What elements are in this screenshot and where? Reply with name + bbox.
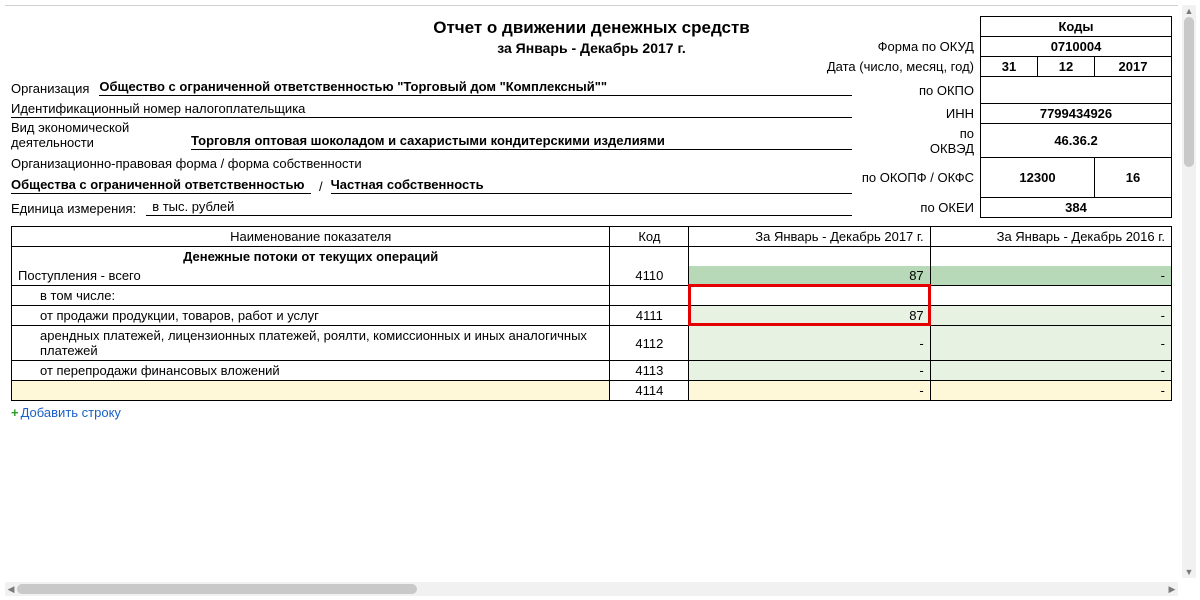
unit-label: Единица измерения: [11,201,146,216]
okud-label: Форма по ОКУД [819,37,981,57]
col-period1: За Январь - Декабрь 2017 г. [689,227,930,247]
okud-value: 0710004 [981,37,1172,57]
cell [610,247,689,267]
row-name: от продажи продукции, товаров, работ и у… [12,306,610,326]
okopf-label: по ОКОПФ / ОКФС [819,158,981,198]
row-value-period1[interactable]: - [689,381,930,401]
date-month: 12 [1038,57,1095,77]
cashflow-table: Наименование показателя Код За Январь - … [11,226,1172,401]
row-value-period2[interactable]: - [930,326,1171,361]
meta-lines: Организация Общество с ограниченной отве… [11,62,852,216]
okei-label: по ОКЕИ [819,198,981,218]
org-label: Организация [11,81,99,96]
cell [930,247,1171,267]
vertical-scrollbar[interactable]: ▲ ▼ [1182,5,1196,578]
add-row-label: Добавить строку [21,405,121,420]
row-name [12,381,610,401]
horizontal-scroll-thumb[interactable] [17,584,417,594]
okei-value: 384 [981,198,1172,218]
table-row: Поступления - всего411087- [12,266,1172,286]
row-value-period1[interactable]: 87 [689,266,930,286]
table-body: Денежные потоки от текущих операцийПосту… [12,247,1172,401]
row-code [610,286,689,306]
table-row: арендных платежей, лицензионных платежей… [12,326,1172,361]
row-code: 4113 [610,361,689,381]
scroll-right-arrow-icon[interactable]: ▶ [1166,582,1178,596]
okved-label: по ОКВЭД [819,124,981,158]
vertical-scroll-thumb[interactable] [1184,17,1194,167]
unit-value: в тыс. рублей [146,199,852,216]
cell [689,247,930,267]
col-name: Наименование показателя [12,227,610,247]
row-value-period1[interactable]: 87 [689,306,930,326]
document-viewport: Отчет о движении денежных средств за Янв… [0,0,1200,600]
okpo-value [981,77,1172,104]
row-value-period1[interactable]: - [689,361,930,381]
col-code: Код [610,227,689,247]
table-row: от перепродажи финансовых вложений4113-- [12,361,1172,381]
row-name: в том числе: [12,286,610,306]
okpo-label: по ОКПО [819,77,981,104]
row-name: от перепродажи финансовых вложений [12,361,610,381]
scroll-up-arrow-icon[interactable]: ▲ [1182,5,1196,17]
row-value-period2[interactable]: - [930,381,1171,401]
scroll-left-arrow-icon[interactable]: ◀ [5,582,17,596]
scroll-down-arrow-icon[interactable]: ▼ [1182,566,1196,578]
activity-value: Торговля оптовая шоколадом и сахаристыми… [191,133,852,150]
legal-form-label: Организационно-правовая форма / форма со… [11,156,852,172]
row-value-period2[interactable]: - [930,266,1171,286]
row-code: 4110 [610,266,689,286]
inn-line: Идентификационный номер налогоплательщик… [11,101,852,118]
section-header: Денежные потоки от текущих операций [12,247,610,267]
plus-icon: + [11,405,19,420]
okfs-value: 16 [1095,158,1172,198]
row-name: арендных платежей, лицензионных платежей… [12,326,610,361]
codes-header: Коды [981,17,1172,37]
inn-value: 7799434926 [981,104,1172,124]
table-row: в том числе: [12,286,1172,306]
codes-empty [819,17,981,37]
row-value-period2[interactable]: - [930,361,1171,381]
okopf-value: 12300 [981,158,1095,198]
row-code: 4111 [610,306,689,326]
okved-value: 46.36.2 [981,124,1172,158]
document-scroll-area[interactable]: Отчет о движении денежных средств за Янв… [5,5,1178,578]
table-row: 4114-- [12,381,1172,401]
header-block: Коды Форма по ОКУД 0710004 Дата (число, … [11,62,1172,216]
row-value-period1[interactable]: - [689,326,930,361]
legal-form-value1: Общества с ограниченной ответственностью [11,177,311,194]
legal-form-sep: / [311,179,331,194]
activity-label: Вид экономической деятельности [11,120,191,150]
date-day: 31 [981,57,1038,77]
table-row: от продажи продукции, товаров, работ и у… [12,306,1172,326]
col-period2: За Январь - Декабрь 2016 г. [930,227,1171,247]
date-label: Дата (число, месяц, год) [819,57,981,77]
legal-form-value2: Частная собственность [331,177,852,194]
codes-table: Коды Форма по ОКУД 0710004 Дата (число, … [819,16,1172,218]
row-code: 4114 [610,381,689,401]
row-name: Поступления - всего [12,266,610,286]
row-value-period2[interactable]: - [930,306,1171,326]
add-row-link[interactable]: +Добавить строку [11,405,1172,420]
row-value-period2[interactable] [930,286,1171,306]
horizontal-scrollbar[interactable]: ◀ ▶ [5,582,1178,596]
date-year: 2017 [1095,57,1172,77]
org-value: Общество с ограниченной ответственностью… [99,79,852,96]
row-code: 4112 [610,326,689,361]
inn-label-code: ИНН [819,104,981,124]
row-value-period1[interactable] [689,286,930,306]
